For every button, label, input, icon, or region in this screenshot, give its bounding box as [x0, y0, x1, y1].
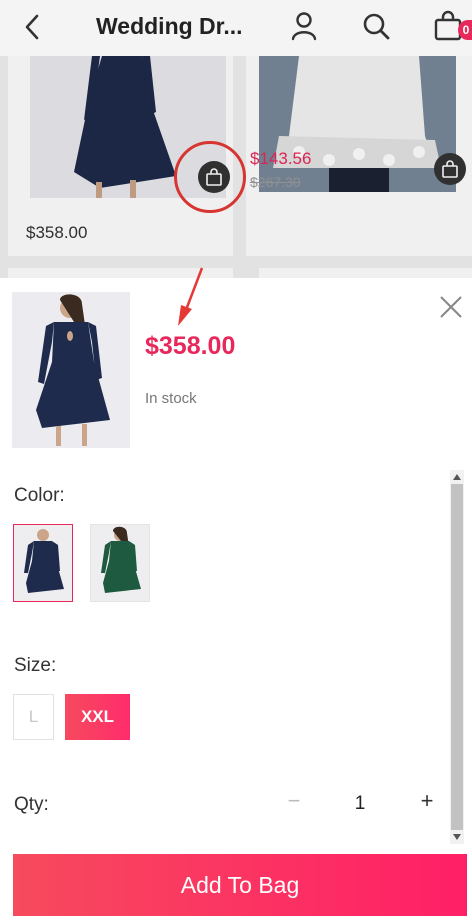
stock-status: In stock: [145, 390, 197, 407]
app-header: Wedding Dr... 0: [0, 0, 472, 56]
color-option-green[interactable]: [90, 524, 150, 602]
product-options-sheet: $358.00 In stock Color: Size: L XXL Qty:…: [0, 278, 472, 921]
bag-count-badge: 0: [458, 20, 472, 40]
product-sale-price: $143.56: [250, 149, 312, 168]
user-icon[interactable]: [288, 10, 320, 42]
product-price: $358.00: [26, 223, 88, 242]
scrollbar-thumb[interactable]: [451, 484, 463, 830]
product-card-top: [259, 268, 472, 278]
green-dress-swatch: [91, 525, 149, 601]
white-lace-top-image: [259, 56, 456, 192]
qty-label: Qty:: [14, 794, 49, 815]
close-icon[interactable]: [436, 292, 466, 322]
color-option-navy[interactable]: [13, 524, 73, 602]
color-label: Color:: [14, 485, 65, 506]
product-card-top: [8, 268, 233, 278]
scrollbar[interactable]: [450, 470, 464, 844]
add-to-cart-button[interactable]: [434, 153, 466, 185]
shopping-bag-icon: [442, 160, 458, 178]
size-option-l[interactable]: L: [13, 694, 54, 740]
qty-value: 1: [354, 793, 366, 814]
page-title: Wedding Dr...: [96, 13, 243, 39]
size-label: Size:: [14, 655, 57, 676]
qty-increase-button[interactable]: +: [415, 788, 439, 818]
scroll-down-icon[interactable]: [450, 830, 464, 844]
product-thumbnail: [12, 292, 130, 448]
qty-decrease-button[interactable]: −: [282, 788, 306, 818]
chevron-left-icon[interactable]: [18, 12, 48, 42]
product-old-price: $267.30: [250, 174, 301, 190]
highlight-circle-annotation: [174, 141, 246, 213]
navy-dress-swatch: [14, 525, 72, 601]
add-to-bag-button[interactable]: Add To Bag: [13, 854, 467, 916]
size-option-xxl[interactable]: XXL: [65, 694, 130, 740]
scroll-up-icon[interactable]: [450, 470, 464, 484]
navy-dress-image: [12, 292, 130, 448]
selected-price: $358.00: [145, 332, 236, 360]
product-image[interactable]: [259, 56, 456, 192]
search-icon[interactable]: [360, 10, 392, 42]
